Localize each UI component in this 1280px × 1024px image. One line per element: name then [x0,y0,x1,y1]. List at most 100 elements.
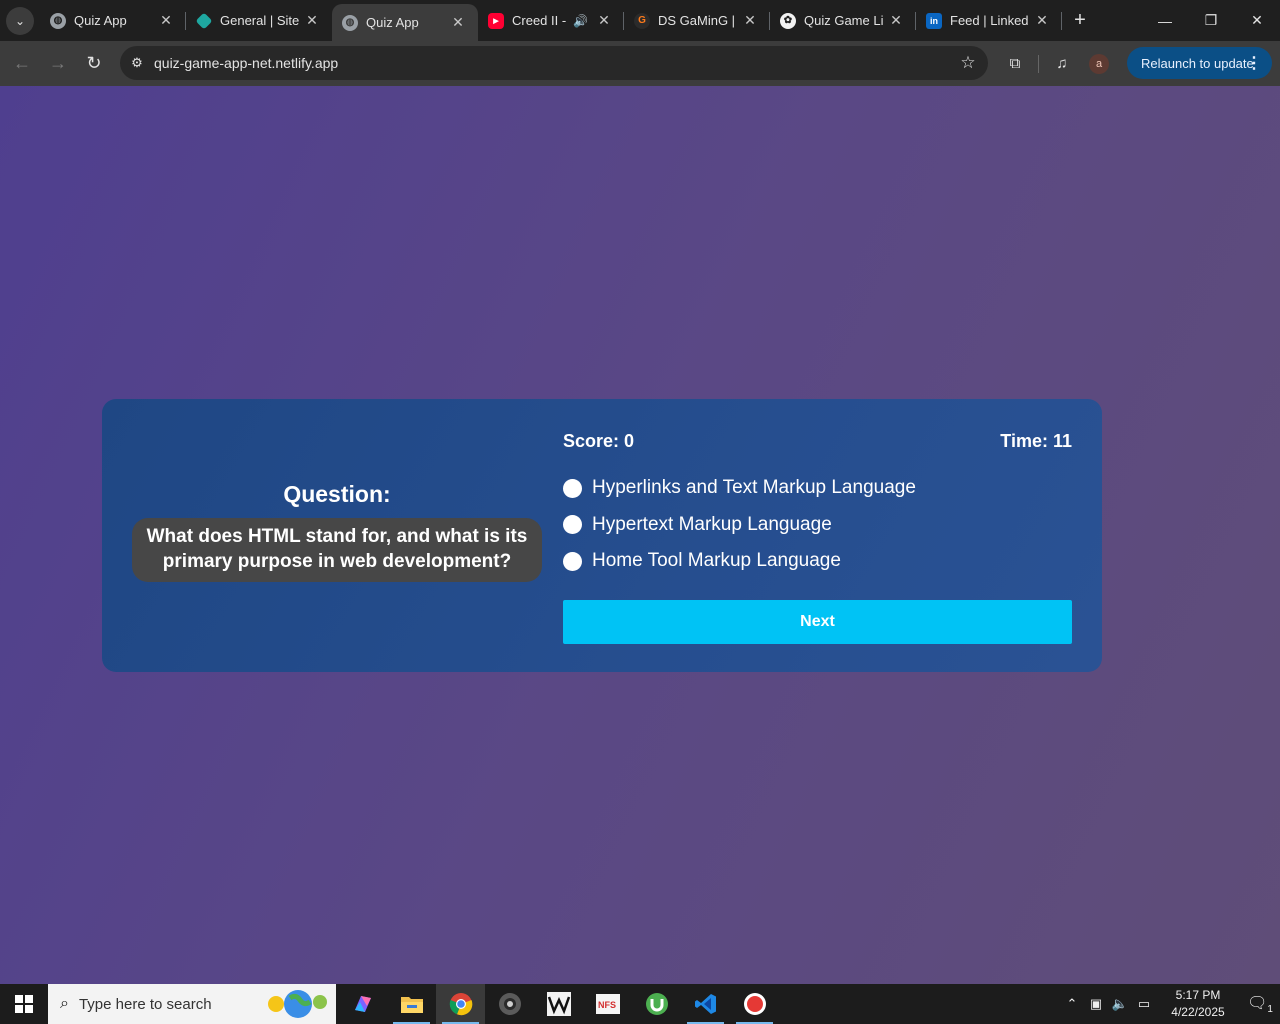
score-label: Score: 0 [563,431,635,451]
notification-center-button[interactable]: 🗨1 [1240,993,1280,1015]
reload-button[interactable]: ↻ [76,46,112,82]
network-icon[interactable]: ▭ [1132,996,1156,1012]
arrow-left-icon: ← [13,53,31,73]
utorrent-app[interactable] [632,984,681,1024]
search-icon: ⌕ [60,995,69,1012]
minimize-button[interactable]: — [1142,0,1188,41]
speaker-icon[interactable]: 🔊 [573,14,588,28]
tab-title: Quiz App [366,15,419,30]
timer-label: Time: 11 [1000,431,1072,451]
extensions-puzzle-icon[interactable]: ⧉ [998,47,1032,81]
chevron-up-icon[interactable]: ⌃ [1060,996,1084,1012]
tab-title: Creed II - [512,13,567,28]
chevron-down-icon: ⌄ [14,13,26,28]
tab-quiz-app-active[interactable]: ◍ Quiz App ✕ [332,4,478,41]
close-window-button[interactable]: ✕ [1234,0,1280,41]
forward-button[interactable]: → [40,46,76,82]
utorrent-icon [645,993,668,1015]
close-icon[interactable]: ✕ [158,12,174,29]
tab-title: Quiz Game Li [804,13,884,28]
tab-title: Feed | Linked [950,13,1029,28]
screen-recorder-app[interactable] [730,984,779,1024]
relaunch-to-update-button[interactable]: Relaunch to update ⋮ [1127,47,1272,79]
chrome-app[interactable] [436,984,485,1024]
vscode-app[interactable] [681,984,730,1024]
game-launcher-icon [498,993,521,1015]
relaunch-label: Relaunch to update [1141,55,1254,71]
tab-ds-gaming[interactable]: G DS GaMinG | ✕ [624,0,770,41]
option-label[interactable]: Home Tool Markup Language [592,550,841,572]
start-button[interactable] [0,984,48,1024]
address-bar[interactable]: ⚙ quiz-game-app-net.netlify.app ☆ [120,46,988,80]
browser-tab-strip: ⌄ ◍ Quiz App ✕ General | Site ✕ ◍ Quiz A… [0,0,1280,41]
close-icon[interactable]: ✕ [742,12,758,29]
option-label[interactable]: Hypertext Markup Language [592,514,832,536]
windows-logo-icon [15,995,33,1013]
game-icon: G [634,12,650,29]
answer-option[interactable]: Home Tool Markup Language [563,543,1072,580]
browser-toolbar: ← → ↻ ⚙ quiz-game-app-net.netlify.app ☆ … [0,41,1280,86]
nfs-logo-icon: NFS [595,994,620,1014]
radio-button[interactable] [563,551,582,571]
url-text[interactable]: quiz-game-app-net.netlify.app [154,55,948,71]
question-text: What does HTML stand for, and what is it… [132,518,542,582]
back-button[interactable]: ← [4,46,40,82]
tab-title: Quiz App [74,13,127,28]
steam-app[interactable] [485,984,534,1024]
close-icon[interactable]: ✕ [304,12,320,29]
youtube-icon: ▶ [488,12,504,29]
tab-linkedin[interactable]: in Feed | Linked ✕ [916,0,1062,41]
new-tab-button[interactable]: + [1066,7,1094,35]
notification-count: 1 [1267,1004,1273,1016]
radio-button[interactable] [563,515,582,535]
more-menu-icon[interactable]: ⋮ [1246,53,1262,73]
answer-section: Score: 0 Time: 11 Hyperlinks and Text Ma… [563,431,1072,644]
question-heading: Question: [283,481,391,507]
tab-quiz-app-1[interactable]: ◍ Quiz App ✕ [40,0,186,41]
answer-option[interactable]: Hyperlinks and Text Markup Language [563,470,1072,507]
record-icon [743,993,766,1015]
close-icon[interactable]: ✕ [596,12,612,29]
globe-icon: ◍ [50,12,66,29]
tab-youtube[interactable]: ▶ Creed II - 🔊 ✕ [478,0,624,41]
copilot-app[interactable] [338,984,387,1024]
wd-logo-icon [546,992,571,1016]
close-icon[interactable]: ✕ [1034,12,1050,29]
chrome-icon [449,993,472,1016]
taskbar-apps: NFS [338,984,779,1024]
tab-search-button[interactable]: ⌄ [6,6,34,35]
chatgpt-icon: ✿ [780,12,796,29]
close-icon[interactable]: ✕ [888,12,904,29]
restore-button[interactable]: ❐ [1188,0,1234,41]
nfs-app[interactable]: NFS [583,984,632,1024]
file-explorer-app[interactable] [387,984,436,1024]
clock[interactable]: 5:17 PM 4/22/2025 [1156,987,1240,1021]
media-control-icon[interactable]: ♫ [1045,47,1079,81]
next-button[interactable]: Next [563,599,1072,644]
arrow-right-icon: → [49,53,67,73]
globe-icon: ◍ [342,14,358,31]
tab-chatgpt[interactable]: ✿ Quiz Game Li ✕ [770,0,916,41]
windows-taskbar: ⌕ Type here to search NFS ⌃ ▣ 🔈 ▭ 5:17 P… [0,984,1280,1024]
radio-button[interactable] [563,478,582,498]
meet-now-icon[interactable]: ▣ [1084,996,1108,1012]
vscode-icon [694,994,716,1014]
answer-option[interactable]: Hypertext Markup Language [563,507,1072,544]
tab-title: General | Site [220,13,300,28]
bookmark-star-icon[interactable]: ☆ [948,53,988,73]
folder-icon [400,997,423,1013]
watch-dogs-app[interactable] [534,984,583,1024]
close-icon[interactable]: ✕ [450,14,466,31]
tab-netlify[interactable]: General | Site ✕ [186,0,332,41]
linkedin-icon: in [926,12,942,29]
profile-avatar[interactable]: a [1089,53,1109,74]
option-label[interactable]: Hyperlinks and Text Markup Language [592,477,916,499]
question-section: Question: What does HTML stand for, and … [132,481,542,582]
quiz-card: Question: What does HTML stand for, and … [102,399,1102,672]
taskbar-search[interactable]: ⌕ Type here to search [48,984,336,1024]
volume-icon[interactable]: 🔈 [1108,996,1132,1012]
system-tray: ⌃ ▣ 🔈 ▭ 5:17 PM 4/22/2025 🗨1 [1060,984,1280,1024]
svg-text:NFS: NFS [598,1000,616,1010]
site-settings-icon[interactable]: ⚙ [120,55,154,71]
window-controls: — ❐ ✕ [1142,0,1280,41]
